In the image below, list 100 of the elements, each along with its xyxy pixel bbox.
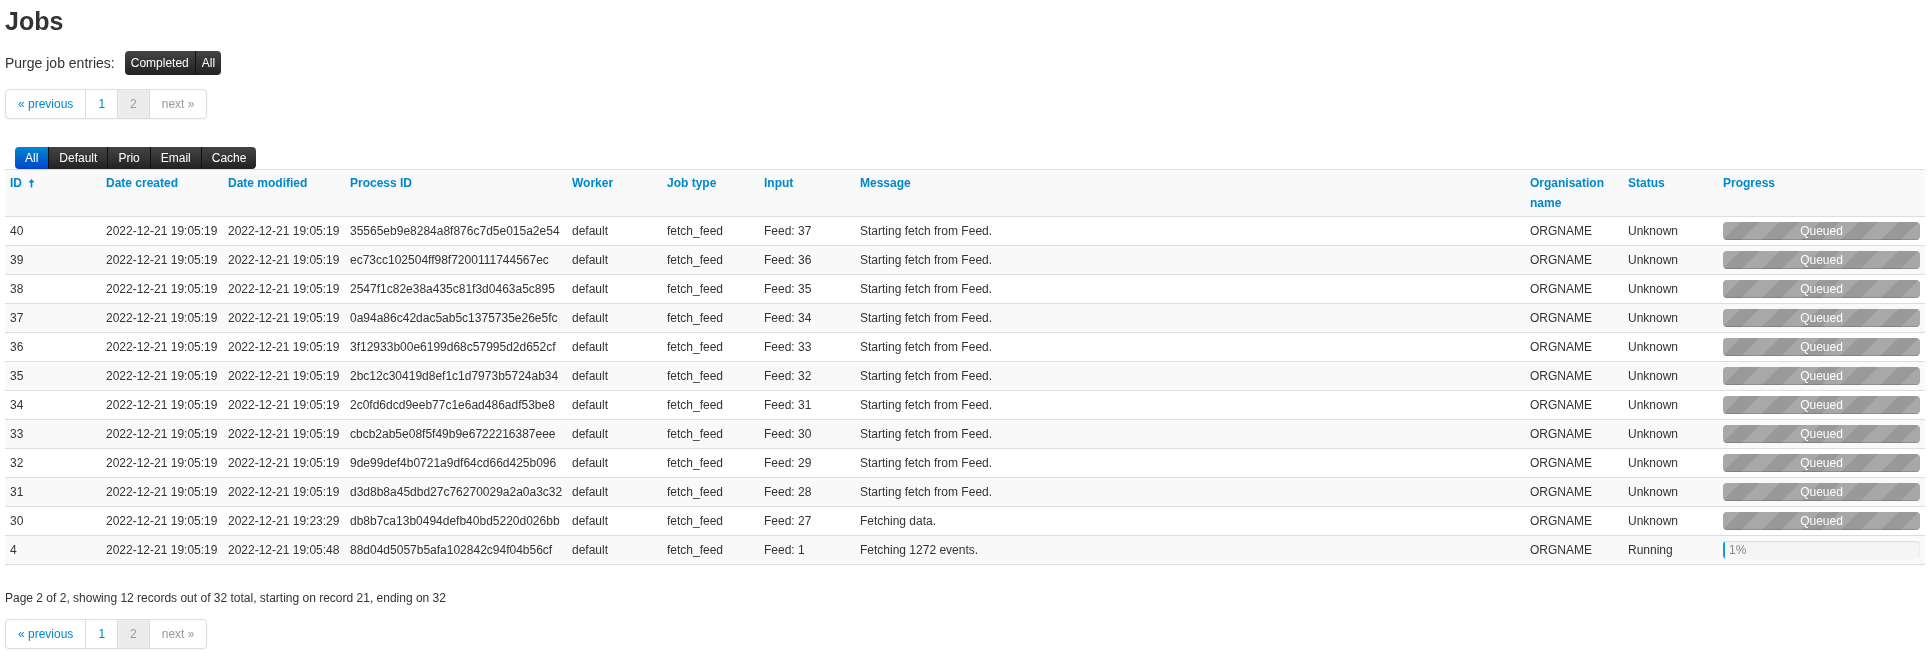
worker-cell: default bbox=[572, 514, 609, 528]
page-title: Jobs bbox=[5, 6, 65, 36]
process-id-cell: 2bc12c30419d8ef1c1d7973b5724ab34 bbox=[350, 369, 559, 383]
date-cell: 2022-12-21 19:05:19 bbox=[228, 456, 340, 470]
id-cell: 35 bbox=[10, 369, 24, 383]
queue-tab[interactable]: All bbox=[15, 147, 49, 169]
organisation-cell: ORGNAME bbox=[1530, 398, 1592, 412]
organisation-cell: ORGNAME bbox=[1530, 340, 1592, 354]
date-cell: 2022-12-21 19:05:19 bbox=[106, 398, 218, 412]
message-cell: Starting fetch from Feed. bbox=[860, 427, 993, 441]
process-id-cell: db8b7ca13b0494defb40bd5220d026bb bbox=[350, 514, 560, 528]
status-cell: Unknown bbox=[1628, 514, 1679, 528]
status-cell: Unknown bbox=[1628, 340, 1679, 354]
page-link[interactable]: « previous bbox=[6, 620, 86, 648]
organisation-cell: ORGNAME bbox=[1530, 543, 1592, 557]
input-cell: Feed: 30 bbox=[764, 427, 812, 441]
date-cell: 2022-12-21 19:05:19 bbox=[106, 456, 218, 470]
message-cell: Starting fetch from Feed. bbox=[860, 398, 993, 412]
date-cell: 2022-12-21 19:05:19 bbox=[228, 224, 340, 238]
input-cell: Feed: 27 bbox=[764, 514, 812, 528]
page-link[interactable]: 2 bbox=[117, 620, 149, 648]
process-id-cell: 88d04d5057b5afa102842c94f04b56cf bbox=[350, 543, 553, 557]
job-type-cell: fetch_feed bbox=[667, 282, 724, 296]
date-cell: 2022-12-21 19:05:19 bbox=[106, 282, 218, 296]
queued-progress-bar: Queued bbox=[1723, 454, 1920, 472]
input-cell: Feed: 35 bbox=[764, 282, 812, 296]
input-cell: Feed: 31 bbox=[764, 398, 812, 412]
date-cell: 2022-12-21 19:05:19 bbox=[228, 427, 340, 441]
input-cell: Feed: 1 bbox=[764, 543, 805, 557]
queued-progress-bar: Queued bbox=[1723, 425, 1920, 443]
queue-tab[interactable]: Email bbox=[149, 147, 201, 169]
worker-cell: default bbox=[572, 543, 609, 557]
process-id-cell: cbcb2ab5e08f5f49b9e6722216387eee bbox=[350, 427, 556, 441]
organisation-cell: ORGNAME bbox=[1530, 224, 1592, 238]
organisation-cell: ORGNAME bbox=[1530, 456, 1592, 470]
queue-tab[interactable]: Prio bbox=[107, 147, 150, 169]
date-cell: 2022-12-21 19:05:19 bbox=[228, 282, 340, 296]
column-header[interactable]: ID bbox=[10, 176, 22, 190]
status-cell: Running bbox=[1628, 543, 1673, 557]
date-cell: 2022-12-21 19:05:19 bbox=[228, 311, 340, 325]
worker-cell: default bbox=[572, 456, 609, 470]
message-cell: Fetching data. bbox=[860, 514, 937, 528]
date-cell: 2022-12-21 19:05:19 bbox=[228, 398, 340, 412]
queued-progress-bar: Queued bbox=[1723, 222, 1920, 240]
page-link[interactable]: « previous bbox=[6, 90, 86, 118]
message-cell: Starting fetch from Feed. bbox=[860, 340, 993, 354]
date-cell: 2022-12-21 19:05:19 bbox=[106, 253, 218, 267]
queue-tab[interactable]: Default bbox=[48, 147, 108, 169]
message-cell: Starting fetch from Feed. bbox=[860, 369, 993, 383]
message-cell: Starting fetch from Feed. bbox=[860, 282, 993, 296]
message-cell: Fetching 1272 events. bbox=[860, 543, 979, 557]
job-type-cell: fetch_feed bbox=[667, 398, 724, 412]
pagination-summary: Page 2 of 2, showing 12 records out of 32 total, starting on record 21, ending on 32 bbox=[5, 591, 447, 605]
id-cell: 39 bbox=[10, 253, 24, 267]
input-cell: Feed: 28 bbox=[764, 485, 812, 499]
status-cell: Unknown bbox=[1628, 398, 1679, 412]
organisation-cell: ORGNAME bbox=[1530, 514, 1592, 528]
queued-progress-bar: Queued bbox=[1723, 280, 1920, 298]
purge-button[interactable]: Completed bbox=[124, 51, 195, 75]
message-cell: Starting fetch from Feed. bbox=[860, 224, 993, 238]
status-cell: Unknown bbox=[1628, 311, 1679, 325]
input-cell: Feed: 36 bbox=[764, 253, 812, 267]
organisation-cell: ORGNAME bbox=[1530, 369, 1592, 383]
message-cell: Starting fetch from Feed. bbox=[860, 485, 993, 499]
job-type-cell: fetch_feed bbox=[667, 514, 724, 528]
input-cell: Feed: 37 bbox=[764, 224, 812, 238]
job-type-cell: fetch_feed bbox=[667, 456, 724, 470]
id-cell: 38 bbox=[10, 282, 24, 296]
job-type-cell: fetch_feed bbox=[667, 485, 724, 499]
purge-button[interactable]: All bbox=[194, 51, 222, 75]
status-cell: Unknown bbox=[1628, 282, 1679, 296]
page-link[interactable]: 2 bbox=[117, 90, 149, 118]
process-id-cell: 2547f1c82e38a435c81f3d0463a5c895 bbox=[350, 282, 555, 296]
worker-cell: default bbox=[572, 282, 609, 296]
worker-cell: default bbox=[572, 224, 609, 238]
organisation-cell: ORGNAME bbox=[1530, 427, 1592, 441]
worker-cell: default bbox=[572, 369, 609, 383]
worker-cell: default bbox=[572, 253, 609, 267]
purge-label: Purge job entries: bbox=[5, 55, 115, 71]
job-type-cell: fetch_feed bbox=[667, 369, 724, 383]
process-id-cell: ec73cc102504ff98f7200111744567ec bbox=[350, 253, 549, 267]
queued-progress-bar: Queued bbox=[1723, 251, 1920, 269]
status-cell: Unknown bbox=[1628, 253, 1679, 267]
date-cell: 2022-12-21 19:05:19 bbox=[228, 340, 340, 354]
date-cell: 2022-12-21 19:05:19 bbox=[106, 485, 218, 499]
date-cell: 2022-12-21 19:23:29 bbox=[228, 514, 340, 528]
process-id-cell: 0a94a86c42dac5ab5c1375735e26e5fc bbox=[350, 311, 558, 325]
job-type-cell: fetch_feed bbox=[667, 253, 724, 267]
status-cell: Unknown bbox=[1628, 224, 1679, 238]
worker-cell: default bbox=[572, 340, 609, 354]
process-id-cell: 35565eb9e8284a8f876c7d5e015a2e54 bbox=[350, 224, 560, 238]
queue-tab[interactable]: Cache bbox=[200, 147, 257, 169]
worker-cell: default bbox=[572, 485, 609, 499]
id-cell: 36 bbox=[10, 340, 24, 354]
queued-progress-bar: Queued bbox=[1723, 367, 1920, 385]
input-cell: Feed: 34 bbox=[764, 311, 812, 325]
job-type-cell: fetch_feed bbox=[667, 427, 724, 441]
date-cell: 2022-12-21 19:05:19 bbox=[106, 340, 218, 354]
job-type-cell: fetch_feed bbox=[667, 311, 724, 325]
worker-cell: default bbox=[572, 427, 609, 441]
